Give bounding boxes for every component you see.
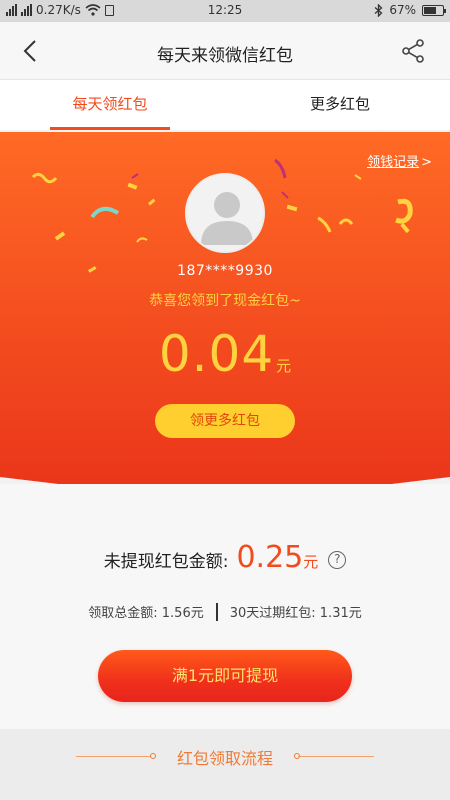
congrats-text: 恭喜您领到了现金红包~ xyxy=(149,293,301,309)
received-amount: 0.04 元 xyxy=(0,325,450,383)
total-received: 领取总金额: 1.56元 xyxy=(88,606,204,621)
battery-fill xyxy=(424,6,437,14)
tab-more-redpackets[interactable]: 更多红包 xyxy=(280,80,400,130)
status-right: 67% xyxy=(374,3,446,17)
nav-bar: 每天来领微信红包 xyxy=(0,22,450,80)
page-title: 每天来领微信红包 xyxy=(157,46,293,66)
withdraw-button[interactable]: 满1元即可提现 xyxy=(98,650,352,702)
process-title: 红包领取流程 xyxy=(176,749,273,768)
chevron-right-icon: > xyxy=(421,155,432,170)
avatar xyxy=(185,173,265,253)
status-bar: 0.27K/s 12:25 67% xyxy=(0,0,450,22)
amount-unit: 元 xyxy=(276,357,292,375)
tab-active-indicator xyxy=(50,127,170,130)
balance-label: 未提现红包金额: xyxy=(103,552,229,572)
tab-bar: 每天领红包 更多红包 xyxy=(0,80,450,130)
share-icon[interactable] xyxy=(400,38,426,64)
balance-unit: 元 xyxy=(303,553,319,571)
tab-daily-redpacket[interactable]: 每天领红包 xyxy=(50,80,170,130)
help-icon[interactable]: ? xyxy=(328,551,347,569)
tab-label: 每天领红包 xyxy=(72,95,148,113)
phone-number: 187****9930 xyxy=(177,263,273,279)
stats-row: 领取总金额: 1.56元 30天过期红包: 1.31元 xyxy=(0,602,450,621)
battery-percent: 67% xyxy=(389,3,416,17)
record-link-label: 领钱记录 xyxy=(367,155,420,170)
battery-icon xyxy=(422,4,446,16)
tab-label: 更多红包 xyxy=(309,95,370,113)
bluetooth-icon xyxy=(374,3,383,17)
record-link[interactable]: 领钱记录 > xyxy=(367,151,432,170)
expiring-amount: 30天过期红包: 1.31元 xyxy=(229,606,362,621)
unwithdrawn-balance: 未提现红包金额: 0.25元? xyxy=(0,540,450,575)
divider xyxy=(215,603,218,621)
balance-value: 0.25 xyxy=(236,540,304,575)
amount-value: 0.04 xyxy=(158,325,275,383)
get-more-button[interactable]: 领更多红包 xyxy=(155,404,295,438)
